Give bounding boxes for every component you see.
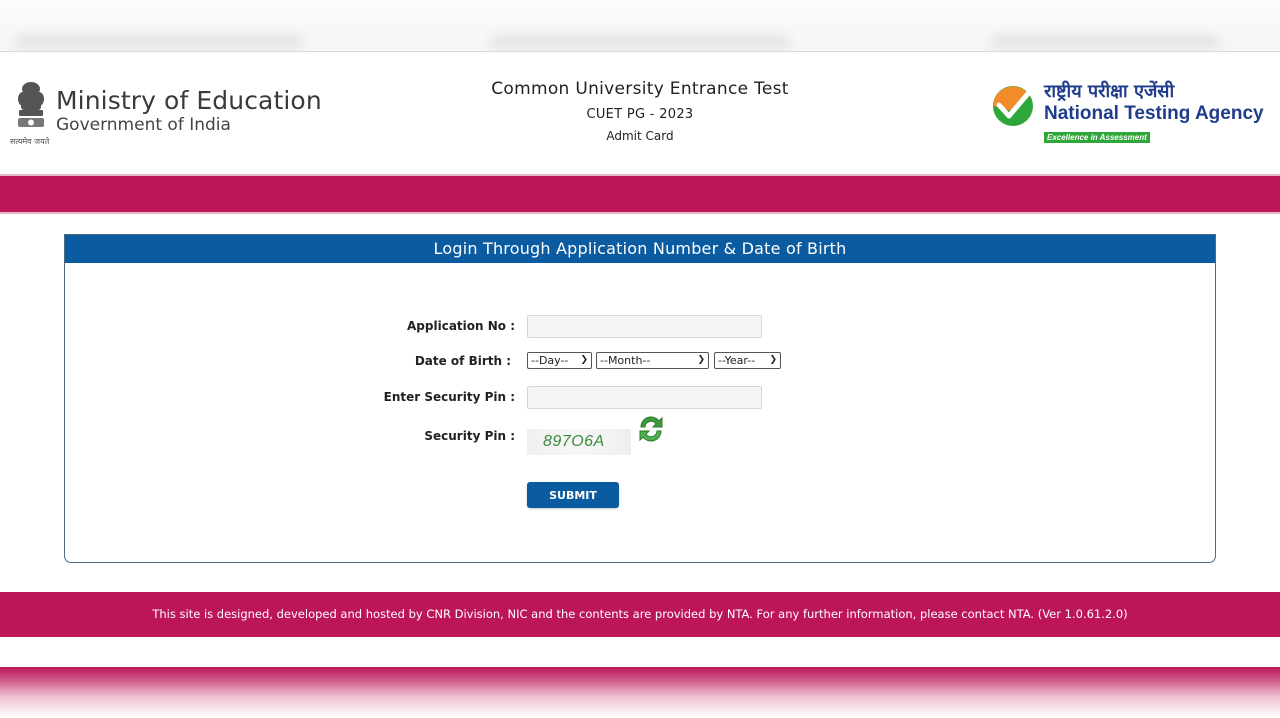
dob-row: Date of Birth : --Day-- ❯ --Month-- ❯ --… <box>65 350 1215 374</box>
submit-button[interactable]: SUBMIT <box>527 482 619 508</box>
exam-title: Common University Entrance Test <box>491 79 789 99</box>
dob-year-select[interactable]: --Year-- ❯ <box>714 352 781 369</box>
emblem-motto: सत्यमेव जयते <box>10 137 50 146</box>
nta-checkmark-icon <box>990 83 1036 129</box>
browser-toolbar-blurred <box>0 0 1280 52</box>
login-panel: Login Through Application Number & Date … <box>64 234 1216 563</box>
captcha-image: 897O6A <box>527 429 631 455</box>
chevron-down-icon: ❯ <box>769 355 777 365</box>
blurred-region <box>490 34 790 50</box>
ministry-subtitle: Government of India <box>56 115 231 135</box>
dob-label: Date of Birth : <box>414 354 511 368</box>
nta-tagline: Excellence in Assessment <box>1044 132 1150 143</box>
security-pin-input[interactable] <box>527 386 762 409</box>
application-no-row: Application No : <box>65 315 1215 339</box>
blurred-region <box>990 34 1220 50</box>
application-no-label: Application No : <box>407 319 515 333</box>
exam-name: CUET PG - 2023 <box>586 107 694 122</box>
dob-month-select[interactable]: --Month-- ❯ <box>596 352 709 369</box>
nta-logo: राष्ट्रीय परीक्षा एजेंसी National Testin… <box>990 81 1264 144</box>
application-no-input[interactable] <box>527 315 762 338</box>
security-pin-input-label: Enter Security Pin : <box>383 390 515 404</box>
security-pin-label: Security Pin : <box>424 429 515 443</box>
login-panel-heading: Login Through Application Number & Date … <box>65 235 1215 263</box>
bottom-decorative-band <box>0 667 1280 718</box>
ministry-title: Ministry of Education <box>56 86 322 115</box>
chevron-down-icon: ❯ <box>697 355 705 365</box>
ministry-logo: सत्यमेव जयते Ministry of Education Gover… <box>10 81 322 146</box>
dob-day-select[interactable]: --Day-- ❯ <box>527 352 592 369</box>
dob-year-value: --Year-- <box>718 354 756 367</box>
page-name: Admit Card <box>606 129 674 143</box>
national-emblem-icon: सत्यमेव जयते <box>10 81 52 146</box>
header-band <box>0 174 1280 214</box>
captcha-row: Security Pin : 897O6A <box>65 416 1215 455</box>
blurred-region <box>14 34 304 50</box>
site-header: सत्यमेव जयते Ministry of Education Gover… <box>0 53 1280 173</box>
site-footer: This site is designed, developed and hos… <box>0 592 1280 637</box>
exam-title-block: Common University Entrance Test CUET PG … <box>440 79 840 143</box>
refresh-icon[interactable] <box>635 413 667 445</box>
security-pin-input-row: Enter Security Pin : <box>65 386 1215 410</box>
dob-month-value: --Month-- <box>600 354 651 367</box>
nta-hindi-name: राष्ट्रीय परीक्षा एजेंसी <box>1044 81 1175 102</box>
dob-day-value: --Day-- <box>531 354 569 367</box>
chevron-down-icon: ❯ <box>580 355 588 365</box>
nta-name: National Testing Agency <box>1044 103 1264 124</box>
footer-text: This site is designed, developed and hos… <box>152 607 1128 621</box>
